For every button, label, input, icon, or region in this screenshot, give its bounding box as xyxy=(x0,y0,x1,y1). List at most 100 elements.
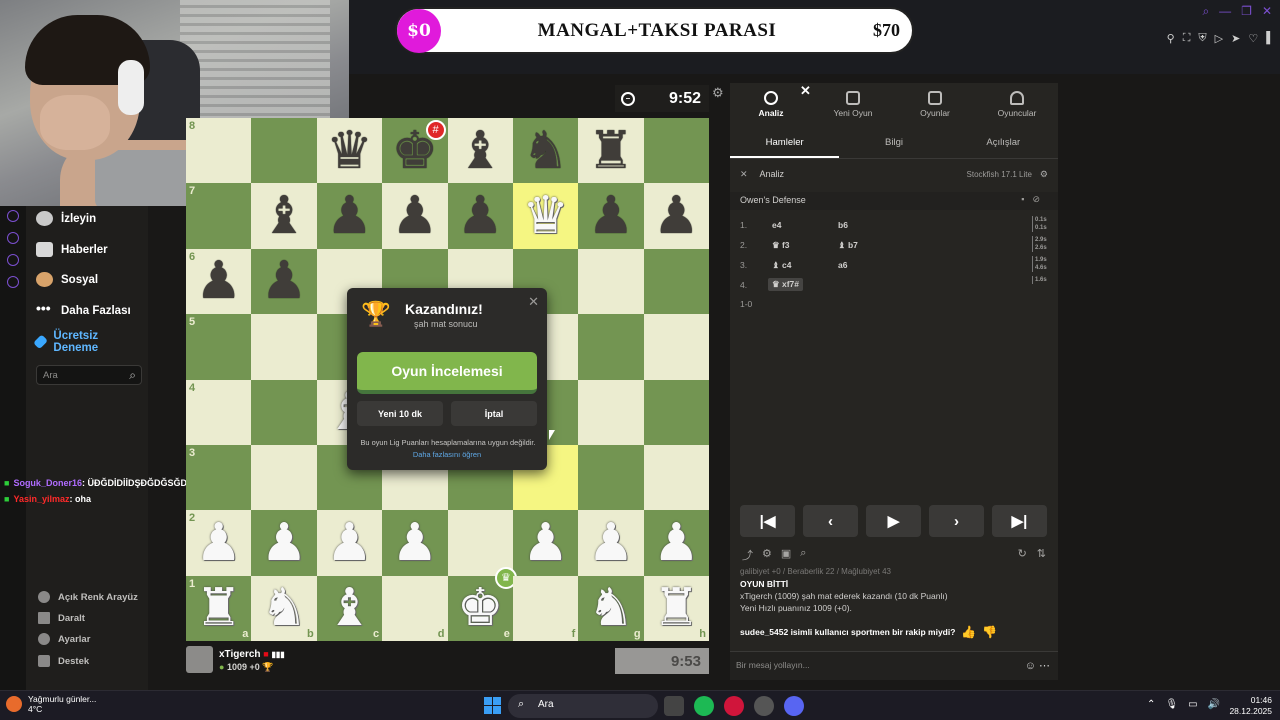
black-bishop-icon[interactable]: ♝ xyxy=(457,125,504,177)
rail-icon[interactable] xyxy=(7,210,19,222)
new-game-button[interactable]: Yeni 10 dk xyxy=(357,401,443,426)
share-icon[interactable]: ⤴ xyxy=(742,547,753,563)
square-c1[interactable]: c ♝ xyxy=(316,575,383,641)
black-pawn-icon[interactable]: ♟ xyxy=(261,255,308,307)
square-h8[interactable] xyxy=(643,118,709,184)
white-pawn-icon[interactable]: ♟ xyxy=(392,517,439,569)
image-icon[interactable]: ▣ xyxy=(781,547,791,563)
square-h4[interactable] xyxy=(643,379,709,445)
explore-icon[interactable]: ⊘ xyxy=(1032,194,1048,204)
steam-icon[interactable] xyxy=(754,696,774,716)
white-bishop-icon[interactable]: ♝ xyxy=(326,582,373,634)
tab-openings[interactable]: Açılışlar xyxy=(949,129,1058,158)
rail-icon[interactable] xyxy=(7,254,19,266)
close-icon[interactable]: ✕ xyxy=(1262,4,1272,19)
white-move[interactable]: ♝ c4 xyxy=(772,260,791,271)
minimize-icon[interactable]: — xyxy=(1219,4,1231,19)
square-a6[interactable]: 6 ♟ xyxy=(186,248,252,315)
history-icon[interactable] xyxy=(7,232,19,244)
square-g6[interactable] xyxy=(578,248,644,315)
play-button[interactable]: ▶ xyxy=(866,505,921,537)
send-icon[interactable]: ➤ xyxy=(1231,32,1240,45)
square-b2[interactable]: ♟ xyxy=(251,510,317,576)
black-pawn-icon[interactable]: ♟ xyxy=(195,255,242,307)
black-move[interactable]: ♝ b7 xyxy=(838,240,858,251)
square-a8[interactable]: 8 xyxy=(186,118,252,184)
square-g7[interactable]: ♟ xyxy=(578,183,644,249)
white-pawn-icon[interactable]: ♟ xyxy=(522,517,569,569)
previous-move-button[interactable]: ‹ xyxy=(803,505,858,537)
analyze-icon[interactable]: ⚙ xyxy=(762,547,772,563)
sidebar-item-free-trial[interactable]: Ücretsiz Deneme xyxy=(33,330,126,354)
black-bishop-icon[interactable]: ♝ xyxy=(261,190,308,242)
thumbs-up-icon[interactable]: 👍 xyxy=(961,625,976,639)
white-move[interactable]: ♛ f3 xyxy=(772,240,790,251)
rematch-icon[interactable]: ↻ xyxy=(1018,547,1027,560)
tab-new-game[interactable]: Yeni Oyun xyxy=(812,83,894,125)
square-e2[interactable] xyxy=(447,510,513,576)
white-move[interactable]: ♛ xf7# xyxy=(768,278,803,291)
tab-analysis[interactable]: Analiz ✕ xyxy=(730,83,812,125)
game-review-button[interactable]: Oyun İncelemesi xyxy=(357,352,537,394)
square-a3[interactable]: 3 xyxy=(186,444,252,511)
taskbar-search[interactable]: ⌕ Ara xyxy=(508,694,658,718)
white-knight-icon[interactable]: ♞ xyxy=(588,582,635,634)
square-b7[interactable]: ♝ xyxy=(251,183,317,249)
chevron-up-icon[interactable]: ⌃ xyxy=(1147,699,1155,710)
pin-icon[interactable]: ⚲ xyxy=(1167,32,1175,45)
white-pawn-icon[interactable]: ♟ xyxy=(653,517,700,569)
close-icon[interactable]: ✕ xyxy=(528,294,539,310)
black-pawn-icon[interactable]: ♟ xyxy=(653,190,700,242)
tab-moves[interactable]: Hamleler xyxy=(730,129,840,158)
search-icon[interactable]: ⌕ xyxy=(1202,4,1209,19)
square-a1[interactable]: 1 a ♜ xyxy=(186,575,252,641)
square-b3[interactable] xyxy=(251,444,317,511)
emoji-icon[interactable]: ☺ ⋯ xyxy=(1025,659,1050,672)
settings-icon[interactable] xyxy=(7,276,19,288)
sidebar-item-social[interactable]: Sosyal xyxy=(36,272,98,287)
square-e1[interactable]: e ♚ ♛ xyxy=(447,566,517,641)
black-move[interactable]: b6 xyxy=(838,220,848,230)
sidebar-item-more[interactable]: ••• Daha Fazlası xyxy=(36,301,131,318)
crop-icon[interactable]: ⛶ xyxy=(1183,32,1191,45)
black-queen-icon[interactable]: ♛ xyxy=(326,125,373,177)
white-pawn-icon[interactable]: ♟ xyxy=(195,517,242,569)
square-h3[interactable] xyxy=(643,444,709,511)
square-b1[interactable]: b ♞ xyxy=(251,575,317,641)
square-a2[interactable]: 2 ♟ xyxy=(186,510,252,576)
square-b4[interactable] xyxy=(251,379,317,445)
black-pawn-icon[interactable]: ♟ xyxy=(457,190,504,242)
last-move-button[interactable]: ▶| xyxy=(992,505,1047,537)
square-a5[interactable]: 5 xyxy=(186,314,252,380)
white-move[interactable]: e4 xyxy=(772,220,781,230)
square-b5[interactable] xyxy=(251,314,317,380)
avatar[interactable] xyxy=(186,646,213,673)
taskbar-clock[interactable]: 01:46 28.12.2025 xyxy=(1229,695,1272,717)
square-g2[interactable]: ♟ xyxy=(578,510,644,576)
black-pawn-icon[interactable]: ♟ xyxy=(326,190,373,242)
white-king-icon[interactable]: ♚ xyxy=(457,582,504,634)
white-rook-icon[interactable]: ♜ xyxy=(195,582,242,634)
network-icon[interactable]: ▭ xyxy=(1188,699,1197,710)
white-pawn-icon[interactable]: ♟ xyxy=(588,517,635,569)
square-e7[interactable]: ♟ xyxy=(447,183,513,249)
restore-icon[interactable]: ❐ xyxy=(1241,4,1252,19)
tab-players[interactable]: Oyuncular xyxy=(976,83,1058,125)
learn-more-link[interactable]: Daha fazlasını öğren xyxy=(347,450,547,459)
volume-icon[interactable]: 🔊 xyxy=(1208,699,1220,710)
zoom-icon[interactable]: ⌕ xyxy=(800,547,806,563)
square-f1[interactable]: f xyxy=(512,575,579,641)
white-rook-icon[interactable]: ♜ xyxy=(653,582,700,634)
square-f8[interactable]: ♞ xyxy=(512,118,579,184)
heart-icon[interactable]: ♡ xyxy=(1248,32,1258,45)
square-a7[interactable]: 7 xyxy=(186,183,252,249)
square-g8[interactable]: ♜ xyxy=(578,118,644,184)
white-queen-icon[interactable]: ♛ xyxy=(522,190,569,242)
square-h7[interactable]: ♟ xyxy=(643,183,709,249)
sidebar-settings[interactable]: Ayarlar xyxy=(38,633,90,645)
square-d7[interactable]: ♟ xyxy=(382,183,448,249)
tab-info[interactable]: Bilgi xyxy=(839,129,948,158)
flip-board-icon[interactable]: ⇅ xyxy=(1037,547,1046,560)
file-explorer-icon[interactable] xyxy=(664,696,684,716)
square-c2[interactable]: ♟ xyxy=(316,510,383,576)
